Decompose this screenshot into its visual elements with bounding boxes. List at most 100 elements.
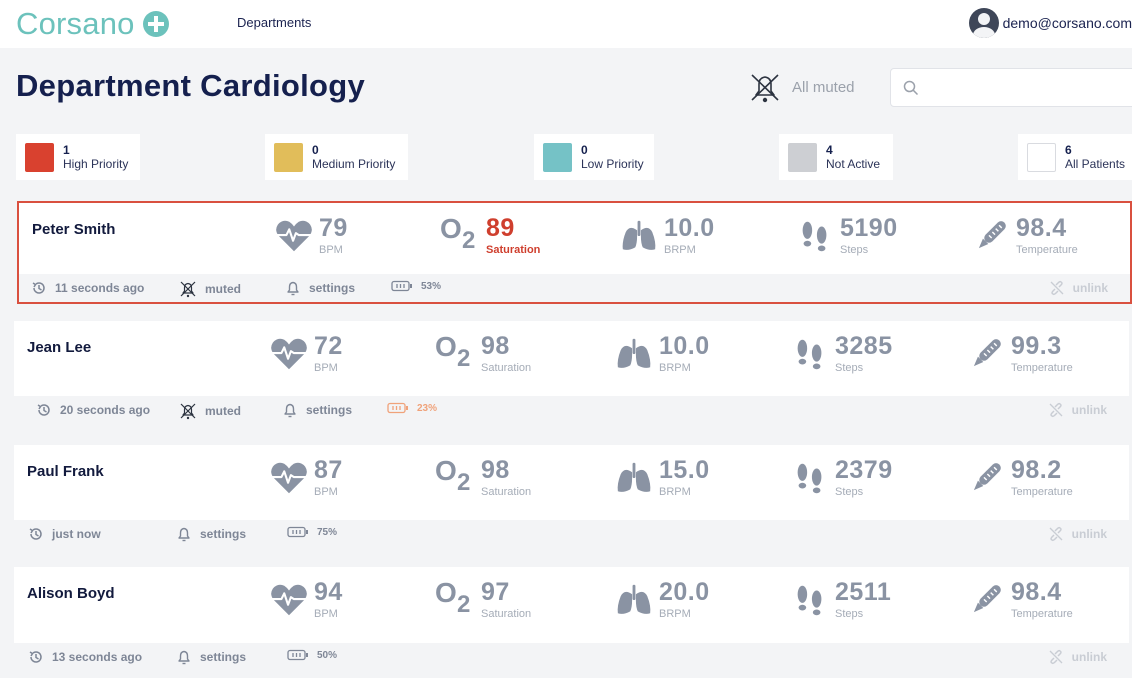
patient-name[interactable]: Peter Smith: [32, 221, 115, 238]
unlink-button[interactable]: unlink: [1049, 280, 1108, 296]
mute-toggle[interactable]: muted: [179, 402, 241, 420]
unlink-label: unlink: [1071, 403, 1107, 417]
nav-departments-link[interactable]: Departments: [237, 15, 311, 30]
bell-icon: [285, 280, 301, 296]
battery-icon: [287, 526, 309, 538]
temperature-value: 98.2: [1011, 456, 1062, 484]
thermometer-icon: [967, 459, 1005, 497]
heart-rate-icon: [270, 581, 308, 619]
settings-button[interactable]: settings: [176, 649, 246, 665]
unlink-button[interactable]: unlink: [1048, 526, 1107, 542]
unlink-button[interactable]: unlink: [1048, 402, 1107, 418]
muted-bell-icon: [751, 74, 779, 103]
lungs-icon: [615, 581, 653, 619]
battery-status: 75%: [287, 526, 337, 538]
logo-text: Corsano: [16, 6, 135, 41]
filter-label: High Priority: [63, 156, 129, 171]
filter-label: All Patients: [1065, 156, 1126, 171]
saturation-label: Saturation: [481, 608, 532, 620]
history-icon: [36, 402, 52, 418]
saturation-value: 98: [481, 456, 510, 484]
temperature-label: Temperature: [1016, 244, 1078, 256]
user-email: demo@corsano.com: [1002, 15, 1132, 31]
card-footer: 13 seconds ago settings 50% unlink: [14, 643, 1129, 671]
saturation-metric: O2 98 Saturation: [435, 331, 531, 375]
saturation-label: Saturation: [481, 486, 532, 498]
settings-button[interactable]: settings: [285, 280, 355, 296]
heart-rate-label: BPM: [314, 608, 338, 620]
battery-icon: [287, 649, 309, 661]
battery-level: 75%: [317, 526, 338, 538]
unlink-icon: [1049, 280, 1065, 296]
saturation-value: 98: [481, 332, 510, 360]
patient-name[interactable]: Jean Lee: [27, 339, 91, 356]
unlink-button[interactable]: unlink: [1048, 649, 1107, 665]
heart-rate-label: BPM: [314, 486, 338, 498]
footsteps-icon: [791, 459, 829, 497]
unlink-icon: [1048, 402, 1064, 418]
steps-metric: 3285 Steps: [791, 331, 893, 375]
patient-card[interactable]: Paul Frank 87 BPM O2 98 Saturation 15.0 …: [14, 445, 1129, 548]
last-seen: just now: [28, 526, 101, 542]
search-input[interactable]: [890, 68, 1132, 107]
unlink-label: unlink: [1072, 281, 1108, 295]
card-footer: 20 seconds ago muted settings 23% unlink: [14, 396, 1129, 424]
steps-label: Steps: [835, 362, 864, 374]
patient-name[interactable]: Alison Boyd: [27, 585, 115, 602]
oxygen-icon: O2: [440, 213, 476, 254]
respiration-metric: 10.0 BRPM: [615, 331, 710, 375]
top-bar: Corsano Departments demo@corsano.com: [0, 0, 1132, 48]
filter-label: Not Active: [826, 156, 881, 171]
heart-rate-metric: 79 BPM: [275, 213, 348, 257]
steps-metric: 5190 Steps: [796, 213, 898, 257]
filter-low-priority[interactable]: 0 Low Priority: [534, 134, 654, 180]
medium-priority-swatch: [274, 142, 303, 172]
respiration-metric: 10.0 BRPM: [620, 213, 715, 257]
plus-circle-icon: [142, 11, 169, 37]
settings-button[interactable]: settings: [282, 402, 352, 418]
heart-rate-metric: 87 BPM: [270, 455, 343, 499]
respiration-label: BRPM: [659, 362, 691, 374]
patient-card[interactable]: Peter Smith 79 BPM O2 89 Saturation 10.0…: [17, 201, 1132, 304]
respiration-value: 10.0: [659, 332, 710, 360]
heart-rate-value: 94: [314, 578, 343, 606]
filter-count: 1: [63, 142, 70, 157]
filter-count: 4: [826, 142, 833, 157]
last-seen-text: 20 seconds ago: [60, 403, 151, 417]
unlink-icon: [1048, 526, 1064, 542]
filter-medium-priority[interactable]: 0 Medium Priority: [265, 134, 408, 180]
oxygen-icon: O2: [435, 577, 471, 618]
steps-metric: 2379 Steps: [791, 455, 893, 499]
bell-icon: [282, 402, 298, 418]
patient-name[interactable]: Paul Frank: [27, 463, 104, 480]
last-seen-text: 13 seconds ago: [52, 650, 143, 664]
lungs-icon: [615, 335, 653, 373]
respiration-value: 10.0: [664, 214, 715, 242]
history-icon: [31, 280, 47, 296]
filter-all-patients[interactable]: 6 All Patients: [1018, 134, 1132, 180]
battery-status: 50%: [287, 649, 337, 661]
user-menu[interactable]: demo@corsano.com: [968, 8, 1132, 38]
steps-value: 3285: [835, 332, 893, 360]
temperature-metric: 98.2 Temperature: [967, 455, 1073, 499]
filter-high-priority[interactable]: 1 High Priority: [16, 134, 140, 180]
search-icon: [903, 80, 919, 96]
brand-logo[interactable]: Corsano: [16, 6, 169, 42]
steps-label: Steps: [835, 608, 864, 620]
patient-card[interactable]: Alison Boyd 94 BPM O2 97 Saturation 20.0…: [14, 567, 1129, 671]
steps-value: 2511: [835, 578, 892, 606]
filter-not-active[interactable]: 4 Not Active: [779, 134, 893, 180]
respiration-label: BRPM: [659, 608, 691, 620]
history-icon: [28, 526, 44, 542]
settings-label: settings: [309, 281, 356, 295]
mute-all-toggle[interactable]: All muted: [748, 70, 855, 104]
card-footer: 11 seconds ago muted settings 53% unlink: [19, 274, 1130, 302]
respiration-label: BRPM: [659, 486, 691, 498]
battery-icon: [391, 280, 413, 292]
patient-card[interactable]: Jean Lee 72 BPM O2 98 Saturation 10.0 BR…: [14, 321, 1129, 424]
history-icon: [28, 649, 44, 665]
user-avatar-icon: [968, 8, 999, 38]
mute-toggle[interactable]: muted: [179, 280, 241, 298]
respiration-value: 20.0: [659, 578, 710, 606]
settings-button[interactable]: settings: [176, 526, 246, 542]
